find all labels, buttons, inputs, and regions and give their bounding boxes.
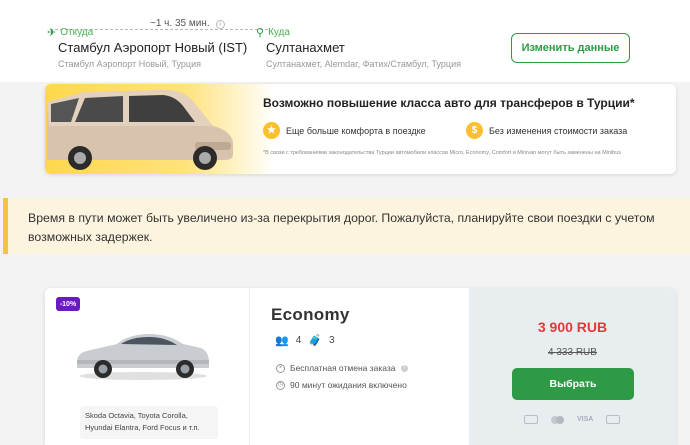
visa-icon: VISA [577, 416, 594, 423]
feature-free-cancellation: × Бесплатная отмена заказа ? [276, 363, 408, 373]
from-label-text: Откуда [60, 27, 94, 38]
passengers-icon: 👥 [275, 335, 289, 347]
to-label: ⚲ Куда [256, 27, 290, 38]
star-icon: ★ [263, 122, 280, 139]
duration-text: ~1 ч. 35 мин. [150, 18, 210, 29]
feature-free-cancellation-text: Бесплатная отмена заказа [290, 363, 396, 373]
from-location-name: Стамбул Аэропорт Новый (IST) [58, 40, 248, 55]
benefit-price: $ Без изменения стоимости заказа [466, 122, 627, 139]
transfer-booking-page: ~1 ч. 35 мин. i ✈ Откуда ⚲ Куда Стамбул А… [0, 0, 690, 445]
vehicle-image-area: -10% Skoda Octavia, Toyota Corolla, Hyun… [45, 288, 249, 445]
info-icon[interactable]: i [215, 20, 225, 29]
card-icon [606, 415, 621, 424]
cancel-icon: × [276, 363, 285, 373]
vehicle-card: -10% Skoda Octavia, Toyota Corolla, Hyun… [45, 288, 676, 445]
benefit-comfort: ★ Еще больше комфорта в поездке [263, 122, 426, 139]
to-location-address: Султанахмет, Alemdar, Фатих/Стамбул, Тур… [266, 59, 461, 69]
luggage-icon: 🧳 [308, 335, 322, 347]
old-price: 4 333 RUB [548, 347, 597, 358]
location-pin-icon: ⚲ [256, 26, 265, 39]
from-label: ✈ Откуда [47, 27, 93, 38]
price: 3 900 RUB [537, 319, 608, 335]
from-location-address: Стамбул Аэропорт Новый, Турция [58, 59, 201, 69]
help-icon[interactable]: ? [400, 364, 408, 372]
feature-waiting-time: ◷ 90 минут ожидания включено [276, 380, 407, 390]
benefit-comfort-text: Еще больше комфорта в поездке [286, 125, 426, 136]
example-models: Skoda Octavia, Toyota Corolla, Hyundai E… [80, 406, 218, 439]
to-label-text: Куда [268, 27, 290, 38]
card-divider [249, 288, 250, 445]
warning-text: Время в пути может быть увеличено из-за … [28, 211, 655, 244]
cash-icon [524, 415, 538, 424]
promo-footnote: *В связи с требованиями законодательства… [263, 150, 622, 156]
feature-waiting-time-text: 90 минут ожидания включено [290, 380, 407, 390]
change-details-button[interactable]: Изменить данные [511, 33, 630, 63]
discount-badge: -10% [56, 297, 80, 311]
luggage-count: 3 [328, 335, 335, 346]
passengers-count: 4 [295, 335, 302, 346]
road-closure-warning: Время в пути может быть увеличено из-за … [3, 198, 690, 254]
price-panel: 3 900 RUB 4 333 RUB Выбрать VISA [469, 288, 676, 445]
benefit-price-text: Без изменения стоимости заказа [489, 125, 628, 136]
clock-icon: ◷ [276, 380, 285, 390]
to-location-name: Султанахмет [266, 40, 345, 55]
dollar-icon: $ [466, 122, 483, 139]
vehicle-capacity: 👥 4 🧳 3 [275, 334, 335, 347]
mastercard-icon [551, 415, 564, 424]
route-duration: ~1 ч. 35 мин. i [150, 18, 225, 29]
payment-methods: VISA [524, 415, 621, 424]
minivan-image [47, 90, 233, 170]
plane-icon: ✈ [47, 26, 57, 39]
sedan-image [77, 334, 209, 380]
promo-title: Возможно повышение класса авто для транс… [263, 96, 635, 110]
upgrade-promo-banner: Возможно повышение класса авто для транс… [45, 84, 676, 174]
vehicle-class-name: Economy [271, 305, 350, 324]
route-summary: ~1 ч. 35 мин. i ✈ Откуда ⚲ Куда Стамбул А… [0, 0, 690, 82]
select-vehicle-button[interactable]: Выбрать [512, 368, 634, 400]
